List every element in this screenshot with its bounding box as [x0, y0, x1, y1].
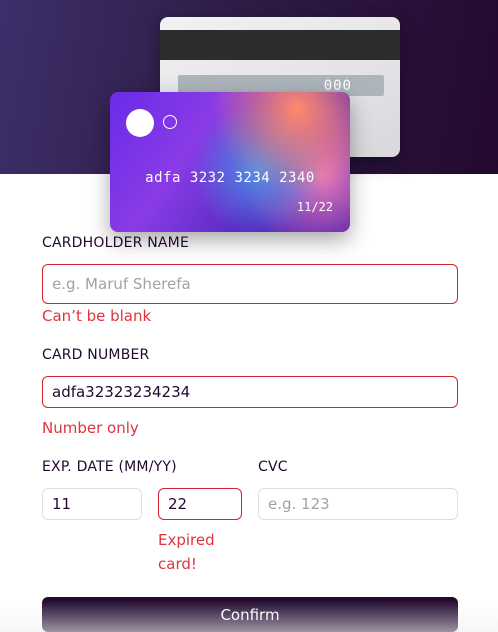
cvc-label: CVC: [258, 459, 288, 475]
card-front: adfa 3232 3234 2340 11/22: [110, 92, 350, 232]
cardholder-label: CARDHOLDER NAME: [42, 235, 189, 251]
confirm-button[interactable]: Confirm: [42, 597, 458, 632]
card-logo-circle-icon: [126, 109, 154, 137]
exp-date-label: EXP. DATE (MM/YY): [42, 459, 177, 475]
cvc-input[interactable]: [258, 488, 458, 520]
exp-month-input[interactable]: [42, 488, 142, 520]
card-number-error: Number only: [42, 419, 139, 437]
magnetic-stripe: [160, 30, 400, 60]
exp-date-error: Expired card!: [158, 528, 215, 576]
card-front-expiry: 11/22: [296, 200, 333, 214]
card-front-number: adfa 3232 3234 2340: [145, 170, 315, 186]
exp-year-input[interactable]: [158, 488, 242, 520]
cardholder-error: Can’t be blank: [42, 307, 152, 325]
cardholder-input[interactable]: [42, 264, 458, 304]
card-number-input[interactable]: [42, 376, 458, 408]
exp-date-error-line2: card!: [158, 555, 197, 573]
card-number-label: CARD NUMBER: [42, 347, 150, 363]
card-logo-ring-icon: [163, 115, 177, 129]
exp-date-error-line1: Expired: [158, 531, 215, 549]
